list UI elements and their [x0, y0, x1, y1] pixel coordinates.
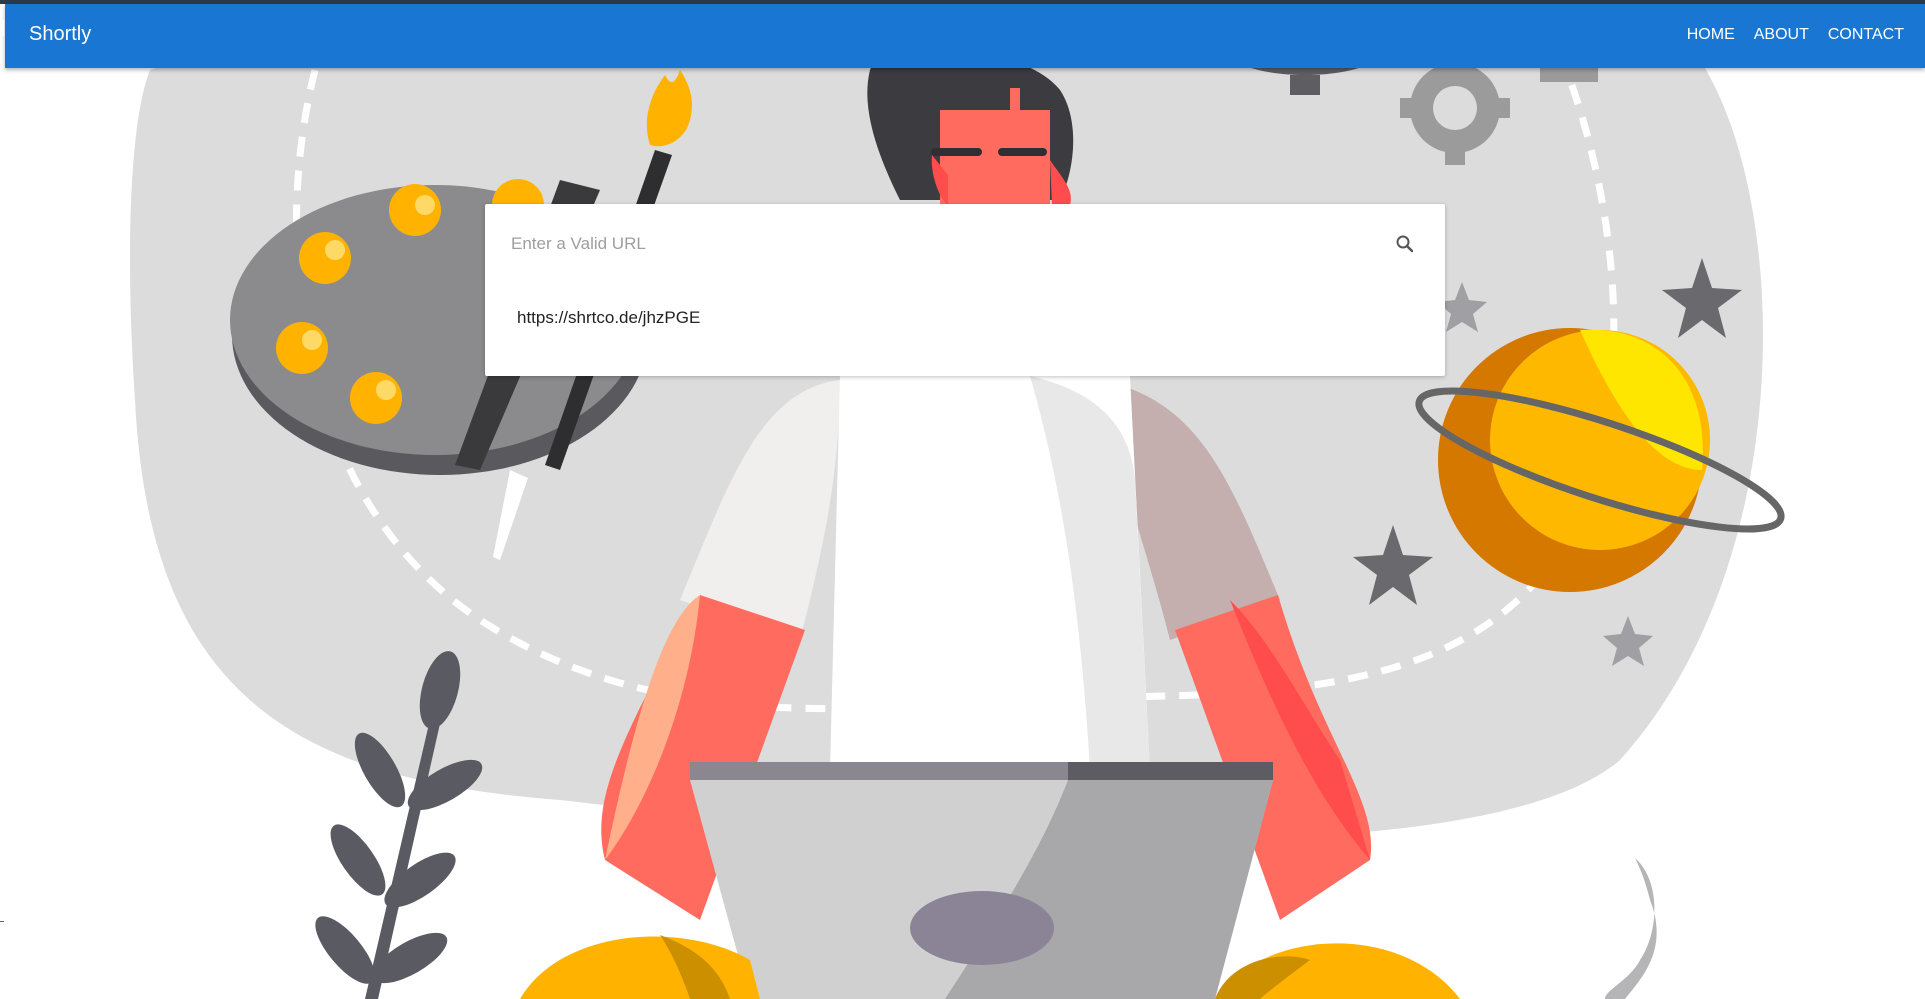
app-bar: Shortly HOME ABOUT CONTACT: [5, 4, 1925, 68]
nav-home-link[interactable]: HOME: [1687, 26, 1735, 44]
nav-contact-link[interactable]: CONTACT: [1828, 26, 1904, 44]
hero-illustration: [130, 27, 1785, 999]
window-edge-marker-bottom: [0, 921, 4, 922]
short-url-result[interactable]: https://shrtco.de/jhzPGE: [517, 308, 700, 328]
app-title[interactable]: Shortly: [29, 23, 91, 46]
top-nav: HOME ABOUT CONTACT: [1687, 26, 1904, 44]
laptop-illustration: [690, 762, 1273, 999]
window-edge-marker: [0, 20, 4, 36]
nav-about-link[interactable]: ABOUT: [1754, 26, 1809, 44]
smoke-illustration: [1605, 858, 1657, 999]
url-input[interactable]: [509, 226, 1393, 262]
search-icon[interactable]: [1393, 232, 1417, 256]
url-shortener-card: https://shrtco.de/jhzPGE: [485, 204, 1445, 376]
